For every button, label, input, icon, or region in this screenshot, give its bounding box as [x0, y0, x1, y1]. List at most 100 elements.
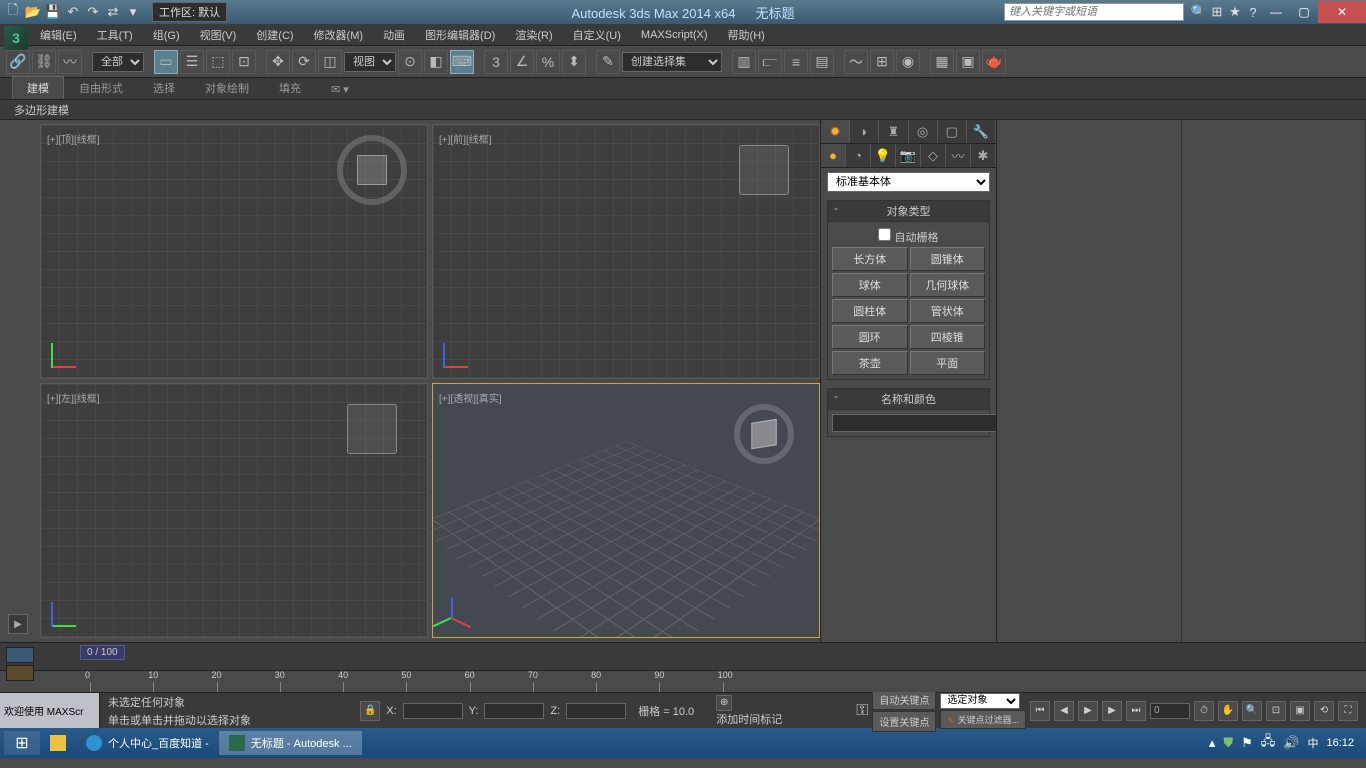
ref-coord-system[interactable]: 视图 — [344, 52, 396, 72]
auto-key-button[interactable]: 自动关键点 — [872, 689, 936, 710]
menu-create[interactable]: 创建(C) — [246, 24, 303, 46]
viewport-front[interactable]: [+][前][线框] — [432, 124, 820, 379]
menu-group[interactable]: 组(G) — [143, 24, 190, 46]
x-coord-input[interactable] — [403, 703, 463, 719]
pyramid-button[interactable]: 四棱锥 — [910, 325, 986, 349]
save-icon[interactable]: 💾 — [44, 3, 62, 21]
spinner-snap-icon[interactable]: ⬍ — [562, 50, 586, 74]
viewport-label[interactable]: [+][前][线框] — [439, 131, 492, 146]
viewport-layout-icon[interactable] — [6, 647, 34, 663]
material-icon[interactable]: ◉ — [896, 50, 920, 74]
minimize-button[interactable]: — — [1262, 1, 1290, 23]
schematic-icon[interactable]: ⊞ — [870, 50, 894, 74]
open-icon[interactable]: 📂 — [24, 3, 42, 21]
orbit-icon[interactable]: ⟲ — [1314, 701, 1334, 721]
tray-volume-icon[interactable]: 🔊 — [1283, 735, 1299, 751]
search-icon[interactable]: 🔍 — [1190, 3, 1208, 21]
geometry-icon[interactable]: ● — [821, 144, 846, 167]
viewport-layout2-icon[interactable] — [6, 665, 34, 681]
time-tag-icon[interactable]: ⊕ — [716, 695, 732, 711]
helpers-icon[interactable]: ◇ — [921, 144, 946, 167]
zoom-icon[interactable]: 🔍 — [1242, 701, 1262, 721]
menu-edit[interactable]: 编辑(E) — [30, 24, 87, 46]
viewport-label[interactable]: [+][透视][真实] — [439, 390, 502, 405]
tray-shield-icon[interactable]: ⛊ — [1223, 735, 1233, 751]
help-icon[interactable]: ? — [1244, 3, 1262, 21]
time-slider[interactable]: 0 / 100 — [0, 642, 1366, 670]
motion-tab-icon[interactable]: ◎ — [909, 120, 938, 143]
auto-grid-checkbox[interactable] — [878, 228, 891, 241]
ribbon-tab-freeform[interactable]: 自由形式 — [64, 76, 138, 99]
menu-customize[interactable]: 自定义(U) — [563, 24, 631, 46]
redo-icon[interactable]: ↷ — [84, 3, 102, 21]
rollout-object-type[interactable]: 对象类型 — [828, 201, 989, 222]
time-ruler[interactable]: 0 10 20 30 40 50 60 70 80 90 100 — [0, 670, 1366, 692]
cylinder-button[interactable]: 圆柱体 — [832, 299, 908, 323]
viewport-label[interactable]: [+][左][线框] — [47, 390, 100, 405]
help-search-input[interactable] — [1004, 3, 1184, 21]
exchange-icon[interactable]: ⊞ — [1208, 3, 1226, 21]
scale-tool-icon[interactable]: ◫ — [318, 50, 342, 74]
move-tool-icon[interactable]: ✥ — [266, 50, 290, 74]
tray-ime[interactable]: 中 — [1307, 735, 1318, 751]
goto-end-icon[interactable]: ⏭ — [1126, 701, 1146, 721]
tray-up-icon[interactable]: ▴ — [1209, 735, 1216, 751]
new-icon[interactable]: 🗋 — [4, 3, 22, 21]
display-tab-icon[interactable]: ▢ — [938, 120, 967, 143]
zoom-extents-icon[interactable]: ▣ — [1290, 701, 1310, 721]
add-time-tag[interactable]: 添加时间标记 — [716, 714, 782, 726]
ribbon-tab-mail-icon[interactable]: ✉ ▾ — [316, 79, 364, 99]
create-tab-icon[interactable]: ✹ — [821, 120, 850, 143]
teapot-button[interactable]: 茶壶 — [832, 351, 908, 375]
3dsmax-taskbar-item[interactable]: 无标题 - Autodesk ... — [219, 731, 362, 755]
viewport-label[interactable]: [+][顶][线框] — [47, 131, 100, 146]
viewport-perspective[interactable]: [+][透视][真实] — [432, 383, 820, 638]
geosphere-button[interactable]: 几何球体 — [910, 273, 986, 297]
percent-snap-icon[interactable]: % — [536, 50, 560, 74]
explorer-taskbar-icon[interactable] — [40, 731, 76, 755]
render-frame-icon[interactable]: ▣ — [956, 50, 980, 74]
y-coord-input[interactable] — [484, 703, 544, 719]
bind-tool-icon[interactable]: 〰 — [58, 50, 82, 74]
menu-render[interactable]: 渲染(R) — [505, 24, 562, 46]
manip-icon[interactable]: ◧ — [424, 50, 448, 74]
modify-tab-icon[interactable]: ◗ — [850, 120, 879, 143]
view-cube-icon[interactable] — [734, 404, 794, 464]
rotate-tool-icon[interactable]: ⟳ — [292, 50, 316, 74]
ribbon-tab-populate[interactable]: 填充 — [264, 76, 316, 99]
plane-button[interactable]: 平面 — [910, 351, 986, 375]
maxscript-listener[interactable]: 欢迎使用 MAXScr — [0, 693, 100, 728]
viewport-left[interactable]: [+][左][线框] — [40, 383, 428, 638]
object-name-input[interactable] — [832, 414, 1011, 432]
category-dropdown[interactable]: 标准基本体 — [827, 172, 990, 192]
angle-snap-icon[interactable]: ∠ — [510, 50, 534, 74]
menu-maxscript[interactable]: MAXScript(X) — [631, 26, 718, 44]
next-frame-icon[interactable]: ▶ — [1102, 701, 1122, 721]
menu-views[interactable]: 视图(V) — [190, 24, 247, 46]
gutter-play-icon[interactable]: ▶ — [8, 614, 28, 634]
render-icon[interactable]: 🫖 — [982, 50, 1006, 74]
select-region-icon[interactable]: ⬚ — [206, 50, 230, 74]
key-filters-button[interactable]: ∿ 关键点过滤器... — [940, 710, 1026, 729]
maxview-icon[interactable]: ⛶ — [1338, 701, 1358, 721]
app-menu-icon[interactable]: 3 — [4, 26, 28, 50]
view-cube-icon[interactable] — [739, 145, 789, 195]
named-selection-set[interactable]: 创建选择集 — [622, 52, 722, 72]
cone-button[interactable]: 圆锥体 — [910, 247, 986, 271]
favorite-icon[interactable]: ★ — [1226, 3, 1244, 21]
tube-button[interactable]: 管状体 — [910, 299, 986, 323]
menu-help[interactable]: 帮助(H) — [718, 24, 775, 46]
spacewarps-icon[interactable]: 〰 — [946, 144, 971, 167]
shapes-icon[interactable]: ◔ — [846, 144, 871, 167]
lock-icon[interactable]: 🔒 — [360, 701, 380, 721]
frame-indicator[interactable]: 0 / 100 — [80, 645, 125, 660]
key-lock-icon[interactable]: ⚿ — [856, 702, 868, 720]
ie-taskbar-item[interactable]: 个人中心_百度知道 - — [76, 731, 219, 755]
sphere-button[interactable]: 球体 — [832, 273, 908, 297]
start-button[interactable]: ⊞ — [4, 731, 40, 755]
ribbon-tab-select[interactable]: 选择 — [138, 76, 190, 99]
time-config-icon[interactable]: ⏱ — [1194, 701, 1214, 721]
align-icon[interactable]: ⫍ — [758, 50, 782, 74]
menu-graph[interactable]: 图形编辑器(D) — [415, 24, 505, 46]
layers-icon[interactable]: ≡ — [784, 50, 808, 74]
